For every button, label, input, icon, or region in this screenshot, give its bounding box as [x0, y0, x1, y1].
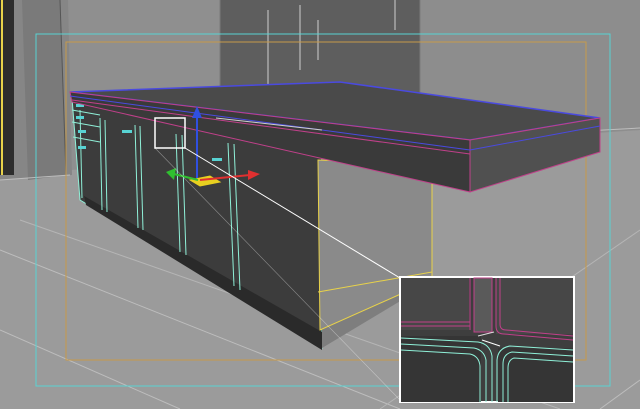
drawer-handle	[76, 116, 84, 119]
inset-post	[473, 277, 493, 333]
door-handle	[212, 158, 222, 161]
left-pillar	[22, 0, 66, 180]
drawer-handle	[78, 130, 86, 133]
zoom-inset	[399, 276, 575, 403]
3d-viewport[interactable]	[0, 0, 640, 409]
door-handle	[122, 130, 132, 133]
drawer-handle	[78, 146, 86, 149]
viewport-canvas[interactable]	[0, 0, 640, 409]
inset-countertop-right	[496, 278, 573, 334]
inset-cabinet-right	[498, 348, 573, 402]
